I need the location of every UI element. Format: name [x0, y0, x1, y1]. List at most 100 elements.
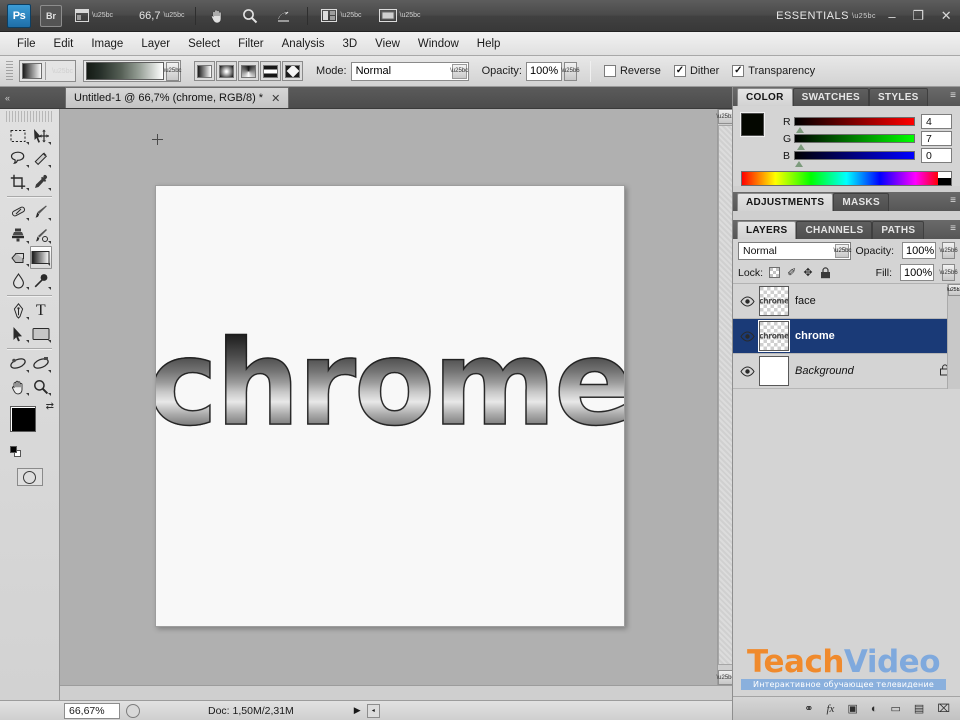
vertical-scroll-thumb[interactable] — [718, 125, 732, 665]
canvas-horizontal-scrollbar[interactable] — [60, 685, 732, 700]
layer-name[interactable]: Background — [795, 365, 940, 377]
gradient-tool[interactable] — [29, 246, 52, 269]
blur-tool[interactable] — [7, 269, 30, 292]
menu-filter[interactable]: Filter — [229, 35, 273, 53]
canvas-vertical-scrollbar[interactable]: \u25b2 \u25bc — [716, 109, 732, 685]
scroll-down-button[interactable]: \u25bc — [717, 670, 732, 685]
layer-name[interactable]: chrome — [795, 330, 960, 342]
new-adjustment-layer-icon[interactable]: ◐ — [871, 703, 878, 715]
zoom-tool-button[interactable] — [238, 5, 262, 27]
tab-channels[interactable]: CHANNELS — [796, 221, 873, 239]
chevron-down-icon[interactable]: \u25bc — [450, 63, 468, 79]
document-canvas[interactable]: chrome chrome — [155, 185, 625, 627]
view-extras-button[interactable]: \u25bc — [71, 5, 117, 27]
rectangular-marquee-tool[interactable] — [7, 124, 30, 147]
healing-brush-tool[interactable] — [7, 200, 30, 223]
magic-wand-tool[interactable] — [30, 147, 53, 170]
color-spectrum-ramp[interactable] — [741, 171, 952, 186]
close-icon[interactable]: ✕ — [271, 92, 280, 105]
rectangle-shape-tool[interactable] — [30, 322, 53, 345]
red-value-input[interactable]: 4 — [921, 114, 952, 129]
tab-styles[interactable]: STYLES — [868, 88, 928, 106]
lasso-tool[interactable] — [7, 147, 30, 170]
layer-style-fx-icon[interactable]: fx — [826, 703, 834, 715]
toolbox-collapse-button[interactable]: « — [0, 87, 60, 109]
screen-mode-button[interactable]: \u25bc — [375, 5, 425, 27]
layer-thumbnail[interactable] — [759, 356, 789, 386]
brush-tool[interactable] — [30, 200, 53, 223]
panel-foreground-color[interactable] — [740, 112, 765, 137]
tool-preset-picker[interactable]: \u25bc — [19, 60, 77, 82]
layer-visibility-toggle[interactable] — [737, 330, 757, 342]
diamond-gradient-button[interactable] — [282, 61, 304, 81]
panel-menu-icon[interactable]: ≡ — [950, 90, 956, 101]
red-slider-knob[interactable] — [796, 127, 805, 133]
layer-thumbnail[interactable]: chrome — [758, 320, 790, 352]
menu-view[interactable]: View — [366, 35, 409, 53]
scroll-up-button[interactable]: \u25b2 — [716, 109, 732, 124]
new-layer-icon[interactable]: ▤ — [914, 702, 924, 715]
reflected-gradient-button[interactable] — [260, 61, 282, 81]
chevron-down-icon[interactable]: \u25bc — [833, 243, 852, 258]
toolbox-grip[interactable] — [6, 111, 53, 122]
menu-analysis[interactable]: Analysis — [273, 35, 334, 53]
menu-file[interactable]: File — [8, 35, 45, 53]
workspace-switcher[interactable]: ESSENTIALS \u25bc — [776, 0, 876, 32]
green-slider-track[interactable] — [794, 134, 915, 150]
default-colors-icon[interactable] — [10, 446, 22, 458]
lock-all-icon[interactable] — [820, 266, 831, 279]
red-slider-track[interactable] — [794, 117, 915, 133]
menu-select[interactable]: Select — [179, 35, 229, 53]
layer-row-background[interactable]: Background — [733, 354, 960, 389]
tab-swatches[interactable]: SWATCHES — [792, 88, 869, 106]
reverse-checkbox[interactable]: Reverse — [603, 65, 661, 77]
zoom-tool[interactable] — [30, 375, 53, 398]
options-bar-grip[interactable] — [6, 61, 13, 81]
add-layer-mask-icon[interactable]: ▣ — [847, 702, 857, 715]
tab-color[interactable]: COLOR — [737, 88, 793, 106]
foreground-color-swatch[interactable] — [10, 406, 36, 432]
menu-edit[interactable]: Edit — [45, 35, 83, 53]
rotate-view-tool-button[interactable] — [271, 5, 296, 27]
blue-slider-track[interactable] — [794, 151, 915, 167]
lock-image-pixels-icon[interactable]: ✐ — [787, 266, 796, 279]
lock-position-icon[interactable]: ✥ — [803, 266, 812, 279]
gradient-preset-picker[interactable]: \u25bc — [83, 60, 182, 82]
delete-layer-icon[interactable]: ⌧ — [937, 702, 950, 715]
menu-help[interactable]: Help — [468, 35, 510, 53]
black-chip[interactable] — [938, 178, 951, 185]
menu-image[interactable]: Image — [82, 35, 132, 53]
close-button[interactable]: ✕ — [936, 6, 957, 26]
layer-blend-mode-select[interactable]: Normal \u25bc — [738, 241, 852, 260]
layer-visibility-toggle[interactable] — [737, 365, 757, 377]
layer-thumbnail[interactable]: chrome — [759, 286, 789, 316]
type-tool[interactable]: T — [30, 299, 53, 322]
history-brush-tool[interactable] — [30, 223, 53, 246]
eyedropper-tool[interactable] — [30, 170, 53, 193]
crop-tool[interactable] — [7, 170, 30, 193]
status-resize-handle[interactable]: ◂ — [366, 703, 380, 718]
tab-layers[interactable]: LAYERS — [737, 221, 797, 239]
swap-colors-icon[interactable]: ⇄ — [46, 401, 54, 412]
opacity-input[interactable]: 100% — [525, 61, 562, 81]
blue-value-input[interactable]: 0 — [921, 148, 952, 163]
pen-tool[interactable] — [7, 299, 30, 322]
layer-row-chrome[interactable]: chrome chrome — [733, 319, 960, 354]
restore-button[interactable]: ❐ — [907, 6, 929, 26]
layer-opacity-input[interactable]: 100% — [902, 242, 936, 259]
blend-mode-select[interactable]: Normal \u25bc — [350, 61, 469, 81]
canvas-area[interactable]: chrome chrome \u25b2 \u25bc — [60, 109, 732, 700]
launch-bridge-button[interactable]: Br — [40, 4, 62, 27]
radial-gradient-button[interactable] — [216, 61, 238, 81]
layer-name[interactable]: face — [795, 295, 960, 307]
dither-checkbox[interactable]: ✓ Dither — [673, 65, 719, 77]
path-selection-tool[interactable] — [7, 322, 30, 345]
menu-window[interactable]: Window — [409, 35, 468, 53]
scroll-up-button[interactable]: \u25b2 — [947, 284, 960, 296]
linear-gradient-button[interactable] — [194, 61, 216, 81]
hand-tool-button[interactable] — [205, 5, 229, 27]
status-zoom-field[interactable]: 66,67% — [64, 702, 120, 719]
hand-tool[interactable] — [7, 375, 30, 398]
layers-panel-scrollbar[interactable]: \u25b2 — [947, 284, 960, 389]
menu-layer[interactable]: Layer — [132, 35, 179, 53]
